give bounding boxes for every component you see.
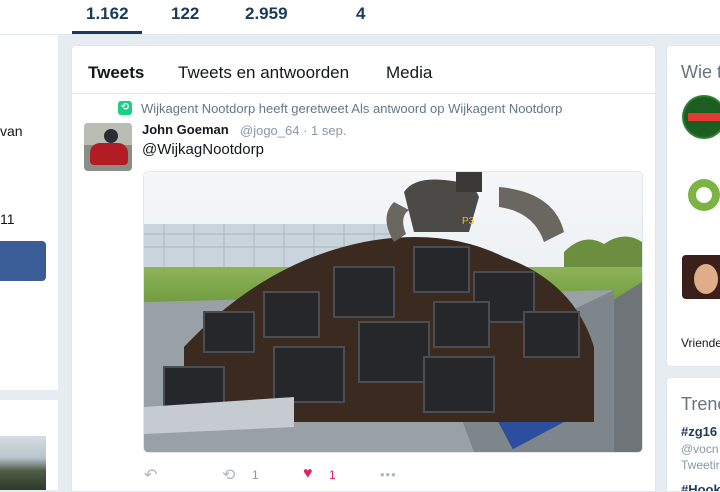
tab-tweets[interactable]: Tweets [88, 63, 144, 83]
stat-followers-count[interactable]: 2.959 [245, 4, 288, 24]
stat-likes-count[interactable]: 4 [356, 4, 365, 24]
leaf-logo-icon [688, 179, 720, 211]
trends-title: Trenc [681, 394, 720, 414]
retweet-context[interactable]: Wijkagent Nootdorp heeft geretweet Als a… [141, 101, 562, 116]
retweet-action-icon[interactable]: ⟲ [222, 465, 235, 485]
retweet-icon: ⟲ [118, 101, 132, 115]
author-name[interactable]: John Goeman [142, 122, 229, 137]
tab-tweets-replies[interactable]: Tweets en antwoorden [178, 63, 349, 83]
avatar[interactable] [84, 123, 132, 171]
like-count: 1 [329, 468, 336, 482]
tab-media[interactable]: Media [386, 63, 432, 83]
timeline-tabs: Tweets Tweets en antwoorden Media [72, 46, 655, 94]
trend-2-tag[interactable]: #Hook [681, 482, 720, 491]
timeline-card: Tweets Tweets en antwoorden Media ⟲ Wijk… [71, 45, 656, 492]
reply-icon[interactable]: ↶ [144, 465, 157, 485]
stat-following-count[interactable]: 122 [171, 4, 199, 24]
like-icon[interactable]: ♥ [303, 465, 313, 483]
tweet-actions: ↶ ⟲ 1 ♥ 1 ••• [144, 465, 444, 485]
svg-text:P3: P3 [462, 216, 475, 227]
find-friends-link[interactable]: Vriende [681, 336, 720, 350]
trends-card: Trenc #zg16 @vocn Tweetir #Hook [666, 377, 720, 492]
follow-button[interactable] [0, 241, 46, 281]
tweet-photo-image: P3 [144, 172, 642, 452]
photos-card [0, 400, 58, 490]
who-to-follow-title: Wie t [681, 62, 720, 82]
profile-info-card: van 11 [0, 35, 58, 390]
tweet-text[interactable]: @WijkagNootdorp [142, 141, 264, 158]
logo-icon [684, 97, 720, 137]
photo-thumbnail[interactable] [0, 436, 46, 490]
suggested-avatar-2[interactable] [682, 173, 720, 217]
trend-1-context: @vocn [681, 442, 719, 456]
profile-joined-fragment: 11 [0, 211, 15, 227]
more-icon[interactable]: ••• [380, 467, 397, 482]
profile-bio-fragment: van [0, 123, 23, 139]
suggested-avatar-3[interactable] [682, 255, 720, 299]
stat-tweets-count[interactable]: 1.162 [72, 4, 141, 34]
who-to-follow-card: Wie t Vriende [666, 45, 720, 367]
tweet-photo[interactable]: P3 [143, 171, 643, 453]
author-meta[interactable]: @jogo_64 · 1 sep. [240, 123, 346, 138]
trend-1-count: Tweetir [681, 458, 720, 472]
person-photo-icon [682, 255, 720, 299]
profile-stats-bar: 1.162 122 2.959 4 [0, 0, 720, 35]
trend-1-tag[interactable]: #zg16 [681, 424, 717, 439]
retweet-count: 1 [252, 468, 259, 482]
suggested-avatar-1[interactable] [682, 95, 720, 139]
